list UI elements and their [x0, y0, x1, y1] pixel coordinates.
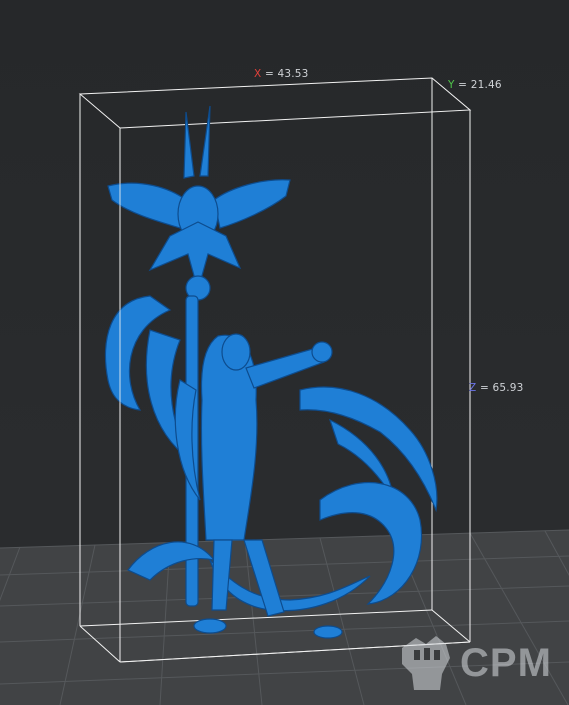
miniature-model[interactable] — [104, 105, 438, 639]
dimension-y-value: = 21.46 — [458, 79, 502, 91]
dimension-z-value: = 65.93 — [479, 382, 524, 394]
dimension-y-label: Y = 21.46 — [448, 79, 502, 91]
watermark-text: CPM — [460, 641, 552, 685]
model-scene — [78, 77, 472, 663]
dimension-x-label: X = 43.53 — [254, 68, 309, 80]
dimension-x-value: = 43.53 — [264, 68, 309, 80]
dimension-z-label: Z = 65.93 — [469, 382, 524, 394]
3d-viewport[interactable]: X = 43.53 Y = 21.46 Z = 65.93 CPM — [0, 0, 569, 705]
axis-z-letter: Z — [469, 382, 477, 394]
axis-y-letter: Y — [448, 79, 455, 91]
axis-x-letter: X — [254, 68, 262, 80]
